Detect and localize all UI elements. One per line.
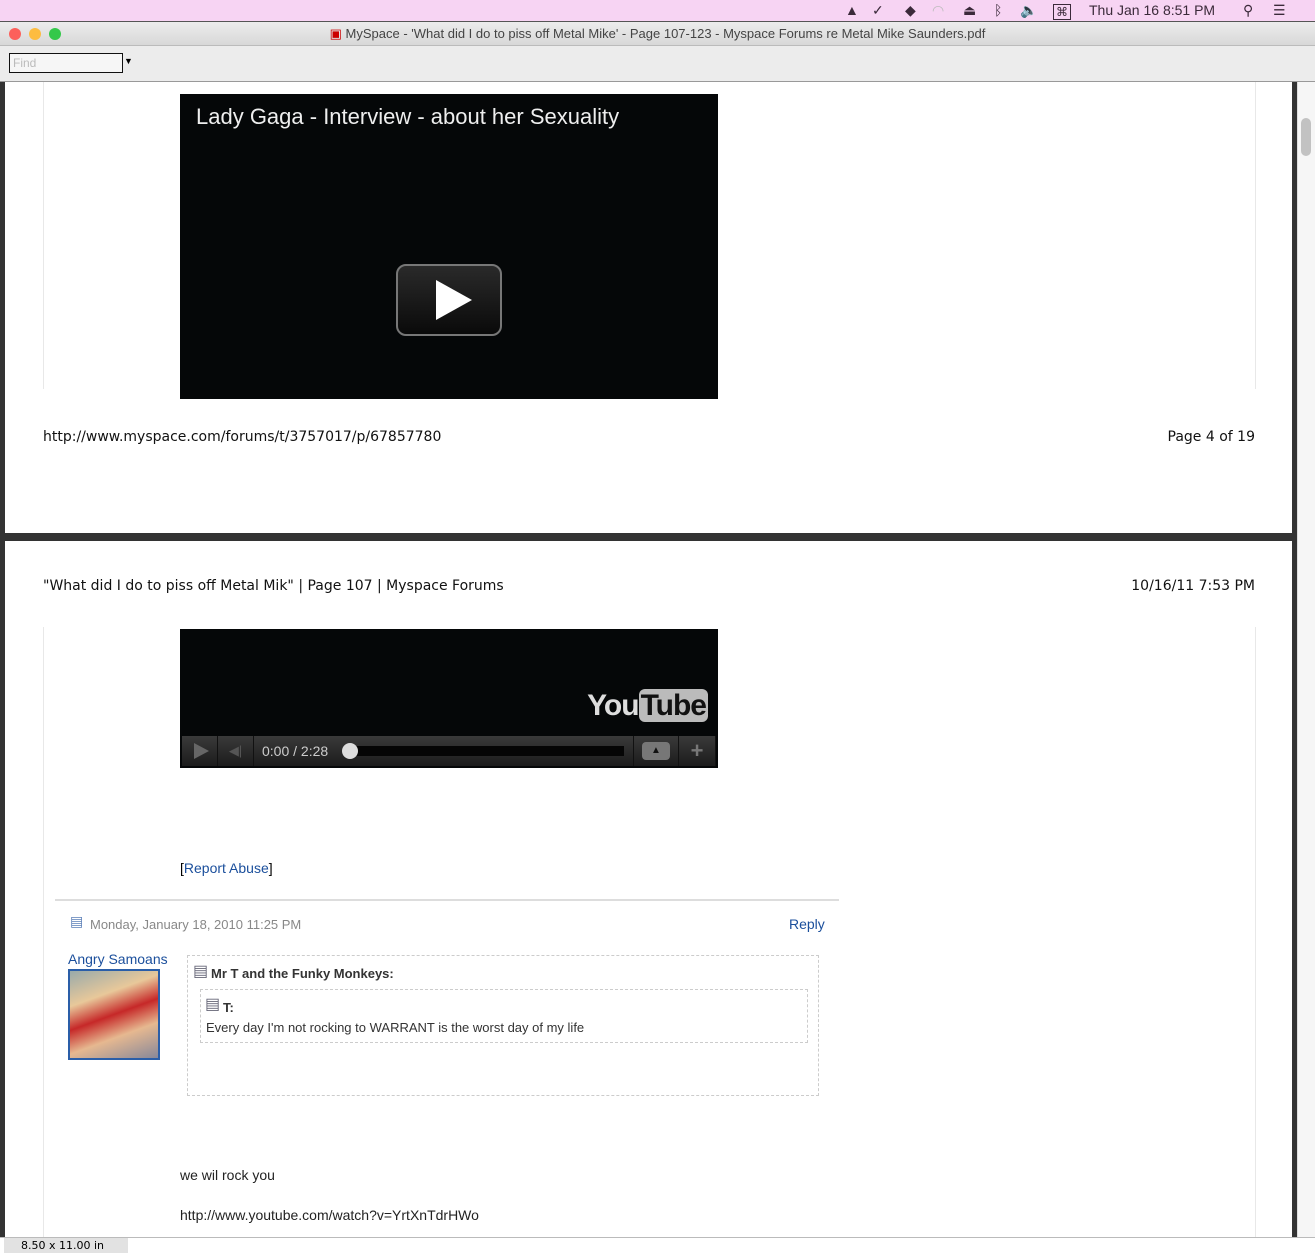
notification-center-icon[interactable]: ☰ [1273,2,1286,19]
scrubber-handle[interactable] [342,743,358,759]
post-date: Monday, January 18, 2010 11:25 PM [90,917,301,932]
volume-control[interactable]: ◀| [218,736,254,766]
post-body: we wil rock you [180,1167,275,1183]
divider [55,899,839,901]
minimize-button[interactable] [29,28,41,40]
spotlight-icon[interactable]: ⚲ [1243,2,1253,19]
dropbox-icon[interactable]: ◆ [905,2,916,19]
expand-button[interactable]: ▲ [634,736,679,766]
title-bar: ▣ MySpace - 'What did I do to piss off M… [0,22,1315,46]
window-title: MySpace - 'What did I do to piss off Met… [346,26,986,41]
quote-icon: ▤ [193,961,208,981]
quote-icon: ▤ [205,994,220,1014]
page-header-date: 10/16/11 7:53 PM [1131,578,1255,594]
pdf-page-5: "What did I do to piss off Metal Mik" | … [5,541,1292,1237]
page-size: 8.50 x 11.00 in [4,1238,128,1253]
pdf-viewer[interactable]: Lady Gaga - Interview - about her Sexual… [0,82,1297,1237]
check-icon[interactable]: ✓ [872,2,884,19]
find-input[interactable]: Find [9,53,123,73]
quote-inner-text: Every day I'm not rocking to WARRANT is … [206,1020,584,1035]
plus-icon[interactable]: + [679,736,716,766]
reply-link[interactable]: Reply [789,916,825,932]
author-link[interactable]: Angry Samoans [68,951,168,967]
footer-url: http://www.myspace.com/forums/t/3757017/… [43,429,441,445]
page-header-title: "What did I do to piss off Metal Mik" | … [43,578,504,594]
post-link[interactable]: http://www.youtube.com/watch?v=YrtXnTdrH… [180,1207,479,1223]
progress-bar[interactable] [344,746,624,756]
menu-bar: ▲ ✓ ◆ ◠ ⏏ ᛒ 🔈 ⌘ Thu Jan 16 8:51 PM ⚲ ☰ [0,0,1315,22]
clock[interactable]: Thu Jan 16 8:51 PM [1089,2,1215,18]
zoom-button[interactable] [49,28,61,40]
toolbar: Find ▼ [0,46,1315,82]
video-title: Lady Gaga - Interview - about her Sexual… [196,104,619,130]
scroll-thumb[interactable] [1301,118,1311,156]
vlc-icon[interactable]: ▲ [845,2,859,18]
footer-page-number: Page 4 of 19 [1168,429,1255,445]
play-control[interactable] [182,736,218,766]
quote-outer-author: Mr T and the Funky Monkeys: [211,966,394,981]
volume-icon[interactable]: 🔈 [1020,2,1037,19]
youtube-logo: YouTube [587,689,708,723]
quote-inner: ▤ T: Every day I'm not rocking to WARRAN… [200,989,808,1043]
play-icon [194,743,217,759]
eject-icon[interactable]: ⏏ [963,2,976,19]
video-embed[interactable]: Lady Gaga - Interview - about her Sexual… [180,94,718,399]
status-bar: 8.50 x 11.00 in [0,1237,1315,1253]
pdf-icon: ▣ [330,26,342,41]
play-icon [436,280,472,320]
player-controls: ◀| 0:00 / 2:28 ▲ + [182,736,716,766]
author-avatar[interactable] [68,969,160,1060]
keyboard-icon[interactable]: ⌘ [1053,4,1071,20]
find-dropdown-icon[interactable]: ▼ [124,56,133,66]
wifi-icon[interactable]: ◠ [932,2,944,19]
report-abuse-link[interactable]: Report Abuse [184,860,269,876]
bluetooth-icon[interactable]: ᛒ [994,2,1002,18]
play-button[interactable] [396,264,502,336]
post-icon: ▤ [70,913,83,930]
pdf-page-4: Lady Gaga - Interview - about her Sexual… [5,82,1292,533]
close-button[interactable] [9,28,21,40]
time-display: 0:00 / 2:28 [262,743,328,759]
youtube-player[interactable]: YouTube ◀| 0:00 / 2:28 ▲ + [180,629,718,768]
vertical-scrollbar[interactable] [1297,82,1315,1237]
quote-inner-author: T: [223,1000,234,1015]
quote-outer: ▤ Mr T and the Funky Monkeys: ▤ T: Every… [187,955,819,1096]
